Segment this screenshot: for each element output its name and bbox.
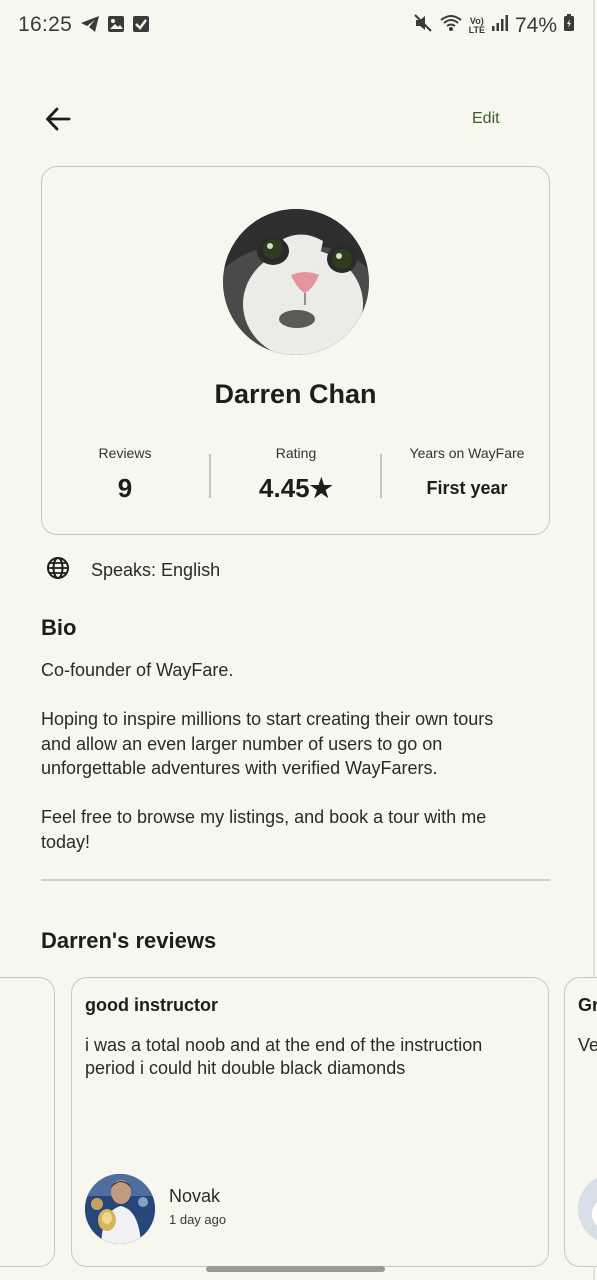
bio-paragraph: Feel free to browse my listings, and boo… xyxy=(41,807,487,852)
status-time: 16:25 xyxy=(18,13,73,36)
arrow-left-icon xyxy=(46,107,71,131)
back-button[interactable] xyxy=(42,103,74,135)
gallery-icon xyxy=(107,15,125,38)
stat-rating-label: Rating xyxy=(275,445,317,461)
stat-reviews: Reviews 9 xyxy=(82,445,168,504)
review-time: 1 day ago xyxy=(169,1212,227,1227)
status-bar: 16:25 Vo) LTE 74% xyxy=(0,0,597,54)
stat-reviews-label: Reviews xyxy=(98,445,152,461)
language-text: Speaks: English xyxy=(91,560,221,580)
status-system-icons: Vo) LTE 74% xyxy=(413,13,575,38)
stat-years-label: Years on WayFare xyxy=(409,445,525,461)
reviewer-avatar[interactable] xyxy=(578,1174,597,1244)
review-card-next[interactable]: Gr Ve xyxy=(564,977,597,1267)
home-indicator[interactable] xyxy=(206,1266,385,1272)
stat-reviews-value: 9 xyxy=(117,473,133,503)
reviewer-avatar[interactable] xyxy=(85,1174,155,1244)
stat-divider xyxy=(209,454,211,498)
profile-card: Darren Chan Reviews 9 Rating 4.45★ Years… xyxy=(41,166,550,535)
battery-percent: 74% xyxy=(514,13,557,37)
profile-screen: 16:25 Vo) LTE 74% Edit Darren Chan Revie… xyxy=(0,0,597,1280)
edit-button[interactable]: Edit xyxy=(466,108,506,130)
review-body: i was a total noob and at the end of the… xyxy=(85,1035,483,1078)
review-body: Ve xyxy=(578,1035,597,1055)
language-row: Speaks: English xyxy=(46,556,220,585)
bio-paragraph: Hoping to inspire millions to start crea… xyxy=(41,709,494,778)
mute-icon xyxy=(413,13,433,38)
volte-icon: Vo) LTE xyxy=(468,16,485,35)
section-divider xyxy=(41,879,550,881)
stat-rating-value: 4.45★ xyxy=(259,473,333,503)
stat-years: Years on WayFare First year xyxy=(402,445,532,499)
globe-icon xyxy=(46,556,70,585)
status-notification-icons xyxy=(80,15,150,38)
review-title: good instructor xyxy=(85,995,218,1015)
reviewer-name: Novak xyxy=(169,1186,221,1206)
stat-years-value: First year xyxy=(426,478,508,498)
bio-heading: Bio xyxy=(41,615,77,640)
review-title: Gr xyxy=(578,995,597,1015)
checkbox-icon xyxy=(132,15,150,38)
review-card-previous[interactable] xyxy=(0,977,55,1267)
telegram-icon xyxy=(80,15,100,38)
bio-text: Co-founder of WayFare. Hoping to inspire… xyxy=(41,658,521,879)
wifi-icon xyxy=(439,13,463,38)
stat-divider xyxy=(380,454,382,498)
bio-paragraph: Co-founder of WayFare. xyxy=(41,660,234,680)
signal-icon xyxy=(491,14,509,37)
profile-name: Darren Chan xyxy=(214,379,377,409)
stat-rating: Rating 4.45★ xyxy=(237,445,355,504)
review-card[interactable]: good instructor i was a total noob and a… xyxy=(71,977,549,1267)
profile-avatar[interactable] xyxy=(223,209,369,355)
battery-icon xyxy=(563,14,575,37)
reviews-heading: Darren's reviews xyxy=(41,928,217,953)
volte-bottom-label: LTE xyxy=(468,24,485,35)
